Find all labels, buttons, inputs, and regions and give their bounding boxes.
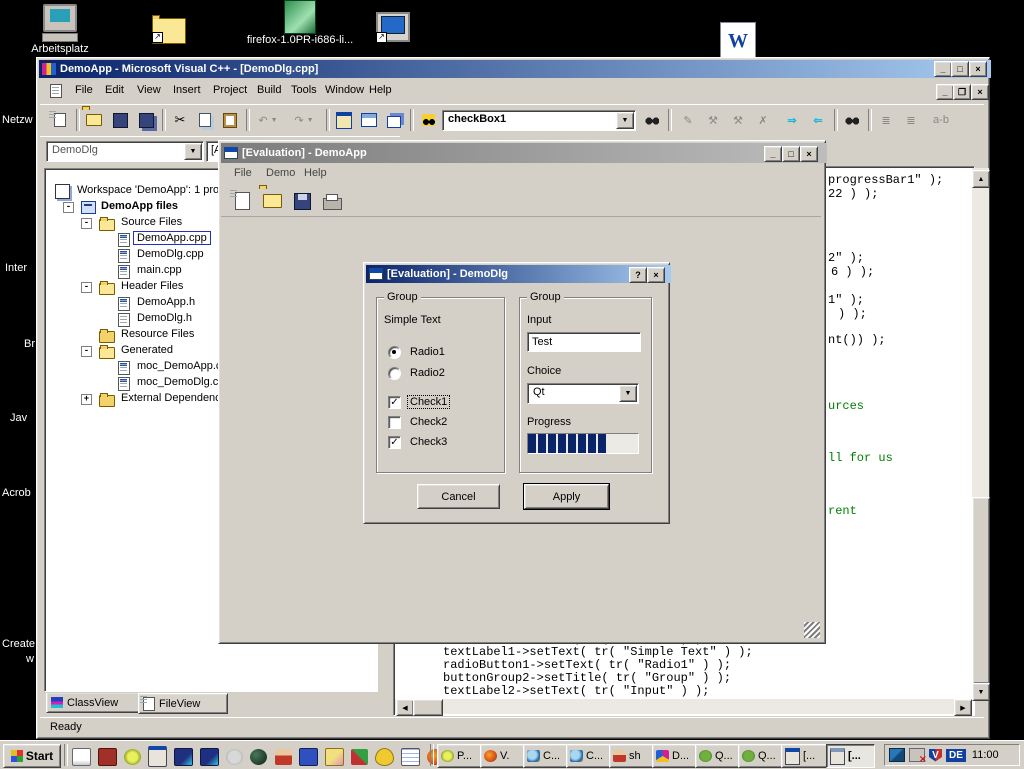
desktop-label-create[interactable]: Create — [2, 638, 35, 650]
task-label: Q... — [758, 750, 776, 762]
task-qt-icon — [699, 750, 712, 762]
quicklaunch-user-icon[interactable] — [275, 749, 292, 765]
task-button-p[interactable]: P... — [437, 744, 486, 768]
desktop-label-netzwerk[interactable]: Netzw — [2, 114, 33, 126]
desktop-icon-my-computer[interactable]: Arbeitsplatz — [20, 4, 100, 55]
task-label: [... — [848, 750, 861, 762]
windows-logo-icon — [11, 750, 23, 762]
tray-clock[interactable]: 11:00 — [972, 749, 999, 761]
red-x-icon: × — [919, 755, 927, 765]
desktop-icon-label: Arbeitsplatz — [20, 43, 100, 55]
installer-icon — [284, 0, 316, 34]
task-button-q2[interactable]: Q... — [738, 744, 787, 768]
shortcut-arrow-icon: ↗ — [152, 32, 163, 43]
quicklaunch-close-x-icon[interactable] — [351, 749, 368, 765]
tray-offline-icon[interactable]: × — [909, 748, 925, 762]
quick-launch — [70, 746, 446, 767]
quicklaunch-clock-icon[interactable] — [124, 749, 141, 765]
separator — [64, 744, 68, 766]
quicklaunch-fish-icon[interactable] — [375, 748, 394, 766]
desktop-label-browser[interactable]: Br — [24, 338, 35, 350]
desktop: Arbeitsplatz ↗ firefox-1.0PR-i686-li... … — [0, 0, 1024, 768]
task-label: sh — [629, 750, 641, 762]
tray-network-icon[interactable] — [889, 748, 905, 762]
task-button-q1[interactable]: Q... — [695, 744, 744, 768]
task-window-icon — [830, 748, 845, 765]
desktop-icon-display[interactable]: ↗ — [376, 12, 410, 42]
task-firefox-icon — [484, 750, 497, 762]
tray-antivirus-shield-icon[interactable]: V — [929, 749, 942, 762]
task-label: D... — [672, 750, 689, 762]
task-button-window1[interactable]: [... — [781, 744, 830, 768]
task-clock-icon — [441, 750, 454, 762]
quicklaunch-book-icon[interactable] — [98, 748, 117, 766]
task-button-v[interactable]: V. — [480, 744, 529, 768]
task-colors-icon — [656, 750, 669, 762]
task-button-sh[interactable]: sh — [609, 744, 658, 768]
quicklaunch-mail-icon[interactable] — [325, 748, 344, 766]
quicklaunch-sphere-icon[interactable] — [250, 749, 267, 765]
task-button-window2-active[interactable]: [... — [826, 744, 875, 768]
start-button[interactable]: Start — [3, 744, 61, 768]
task-window-icon — [785, 748, 800, 765]
task-qt-help-icon — [742, 750, 755, 762]
desktop-icon-folder[interactable]: ↗ — [152, 18, 186, 44]
desktop-label-java[interactable]: Jav — [10, 412, 27, 424]
task-button-d[interactable]: D... — [652, 744, 701, 768]
quicklaunch-tool1-icon[interactable] — [174, 748, 193, 766]
quicklaunch-tool2-icon[interactable] — [200, 748, 219, 766]
task-button-c2[interactable]: C... — [566, 744, 615, 768]
shortcut-arrow-icon: ↗ — [376, 32, 387, 43]
quicklaunch-organizer-icon[interactable] — [401, 748, 420, 766]
task-label: C... — [586, 750, 603, 762]
start-label: Start — [26, 749, 53, 763]
task-search-icon — [570, 750, 583, 762]
quicklaunch-e-icon[interactable] — [226, 749, 243, 765]
keyboard-locale-badge[interactable]: DE — [946, 749, 966, 762]
task-button-c1[interactable]: C... — [523, 744, 572, 768]
desktop-label-create2[interactable]: w — [26, 653, 34, 665]
w-letter: W — [728, 30, 748, 53]
task-search-icon — [527, 750, 540, 762]
desktop-icon-label: firefox-1.0PR-i686-li... — [240, 34, 360, 46]
quicklaunch-notepad-icon[interactable] — [72, 748, 91, 766]
task-label: Q... — [715, 750, 733, 762]
desktop-label-acrobat[interactable]: Acrob — [2, 487, 31, 499]
quicklaunch-window-icon[interactable] — [148, 746, 167, 767]
quicklaunch-calculator-icon[interactable] — [299, 748, 318, 766]
computer-base — [42, 33, 78, 42]
desktop-icon-wordpad[interactable]: W — [720, 22, 756, 60]
computer-icon — [43, 4, 77, 32]
desktop-icon-firefox-installer[interactable]: firefox-1.0PR-i686-li... — [240, 0, 360, 46]
taskbar: Start P... V. C... C... sh D... Q... Q..… — [0, 740, 1024, 769]
desktop-label-internet[interactable]: Inter — [5, 262, 27, 274]
task-label: C... — [543, 750, 560, 762]
system-tray: × V DE 11:00 — [884, 744, 1020, 766]
task-user-icon — [613, 750, 626, 762]
separator — [430, 744, 434, 766]
task-label: V. — [500, 750, 509, 762]
task-label: [... — [803, 750, 815, 762]
task-label: P... — [457, 750, 472, 762]
